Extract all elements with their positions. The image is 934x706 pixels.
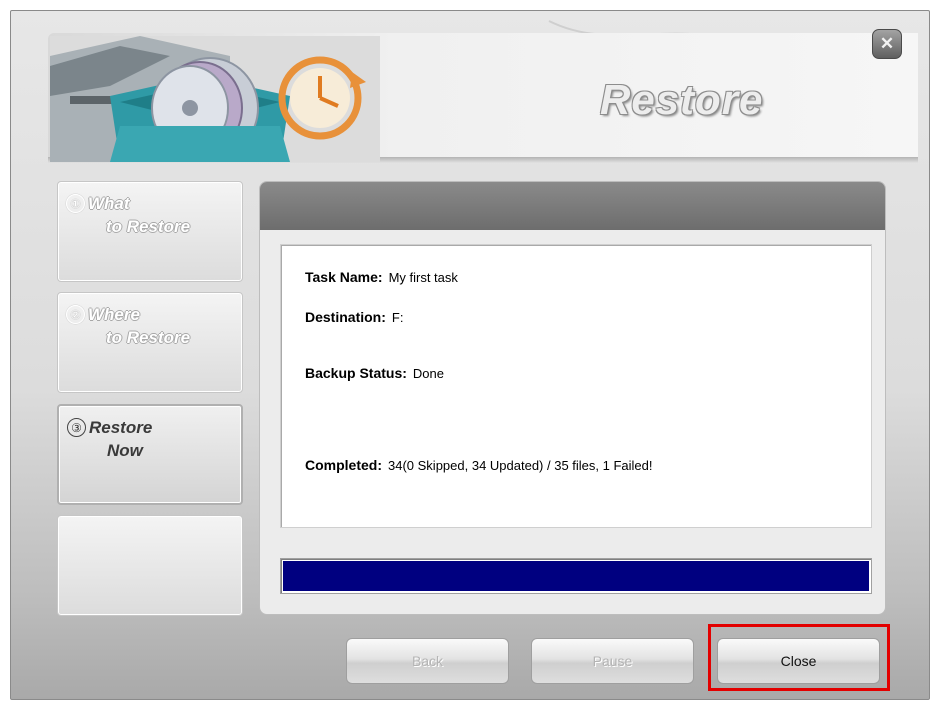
step-label: What to Restore xyxy=(88,192,238,238)
step-where-to-restore: ② Where to Restore xyxy=(57,292,243,393)
step-label: Where to Restore xyxy=(88,303,238,349)
backup-status-value: Done xyxy=(412,366,444,381)
step-label-line2: Now xyxy=(107,441,143,460)
back-button[interactable]: Back xyxy=(346,638,509,684)
progress-fill xyxy=(283,561,869,591)
step-restore-now: ③ Restore Now xyxy=(57,404,243,505)
close-button-highlight xyxy=(708,624,890,691)
step-number: ③ xyxy=(67,418,86,437)
back-button-label: Back xyxy=(411,653,444,669)
destination-row: Destination: F: xyxy=(305,309,403,325)
completed-row: Completed: 34(0 Skipped, 34 Updated) / 35… xyxy=(305,457,653,473)
step-label-line1: Where xyxy=(88,305,140,324)
step-label-line1: What xyxy=(88,194,130,213)
backup-status-row: Backup Status: Done xyxy=(305,365,444,381)
close-icon[interactable]: ✕ xyxy=(872,29,902,59)
completed-value: 34(0 Skipped, 34 Updated) / 35 files, 1 … xyxy=(388,458,653,473)
panel-header xyxy=(260,182,885,230)
step-empty xyxy=(57,515,243,616)
pause-button[interactable]: Pause xyxy=(531,638,694,684)
pause-button-label: Pause xyxy=(592,653,633,669)
destination-value: F: xyxy=(391,310,404,325)
completed-label: Completed: xyxy=(305,457,382,473)
step-label: Restore Now xyxy=(89,416,239,462)
window-title: Restore xyxy=(600,76,764,123)
restore-progress-panel: Task Name: My first task Destination: F: B… xyxy=(259,181,886,615)
backup-disc-clock-icon xyxy=(50,36,380,162)
task-name-row: Task Name: My first task xyxy=(305,269,458,285)
step-what-to-restore: ① What to Restore xyxy=(57,181,243,282)
step-label-line1: Restore xyxy=(89,418,153,437)
task-name-label: Task Name: xyxy=(305,269,383,285)
step-label-line2: to Restore xyxy=(106,328,191,347)
step-number: ① xyxy=(66,194,85,213)
task-name-value: My first task xyxy=(388,270,458,285)
progress-bar xyxy=(280,558,872,594)
step-number: ② xyxy=(66,305,85,324)
task-details: Task Name: My first task Destination: F: B… xyxy=(280,244,872,528)
backup-status-label: Backup Status: xyxy=(305,365,407,381)
step-label-line2: to Restore xyxy=(106,217,191,236)
destination-label: Destination: xyxy=(305,309,386,325)
